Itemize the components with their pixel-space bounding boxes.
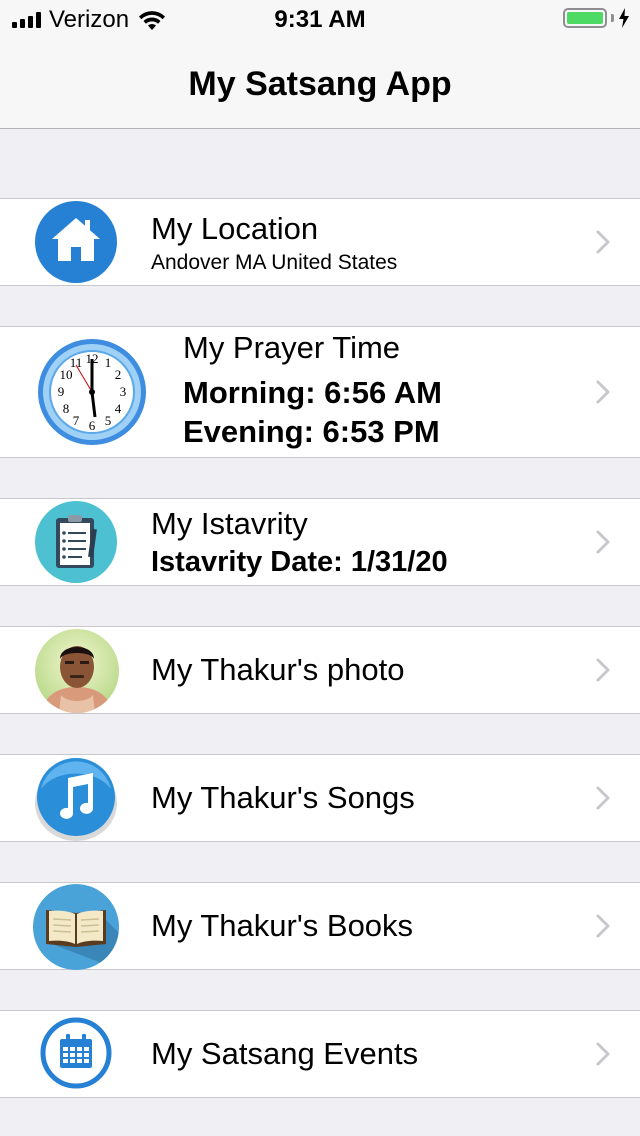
thakur-photo-avatar <box>35 629 119 713</box>
svg-text:4: 4 <box>115 401 122 416</box>
home-icon <box>35 201 117 283</box>
status-bar: Verizon 9:31 AM <box>0 0 640 40</box>
row-my-istavrity[interactable]: My Istavrity Istavrity Date: 1/31/20 <box>0 498 640 586</box>
chevron-right-icon <box>596 1042 610 1066</box>
row-my-satsang-events[interactable]: My Satsang Events <box>0 1010 640 1098</box>
svg-text:5: 5 <box>105 413 112 428</box>
morning-prayer-time: Morning: 6:56 AM <box>183 375 442 410</box>
book-icon <box>33 884 119 970</box>
battery-level-fill <box>567 12 603 24</box>
istavrity-date: Istavrity Date: 1/31/20 <box>151 546 448 578</box>
chevron-right-icon <box>596 380 610 404</box>
charging-bolt-icon <box>619 8 629 28</box>
battery-tip <box>611 14 614 22</box>
page-title: My Satsang App <box>188 65 452 103</box>
clock-icon: 12 12 345 678 91011 <box>38 339 146 445</box>
svg-text:2: 2 <box>115 367 122 382</box>
svg-text:9: 9 <box>58 384 65 399</box>
row-my-thakurs-songs[interactable]: My Thakur's Songs <box>0 754 640 842</box>
row-my-prayer-time[interactable]: 12 1 2 345 678 9 10 11 My Prayer Time Mornin… <box>0 326 640 458</box>
row-my-location[interactable]: My Location Andover MA United States <box>0 198 640 286</box>
calendar-icon <box>40 1017 112 1089</box>
row-title: My Istavrity <box>151 506 308 541</box>
row-title: My Prayer Time <box>183 330 401 365</box>
row-title: My Thakur's Books <box>151 908 414 943</box>
svg-text:3: 3 <box>120 384 127 399</box>
row-title: My Thakur's photo <box>151 652 405 687</box>
battery-icon <box>563 8 607 28</box>
row-title: My Thakur's Songs <box>151 780 415 815</box>
chevron-right-icon <box>596 658 610 682</box>
svg-text:11: 11 <box>70 355 83 370</box>
row-title: My Satsang Events <box>151 1036 419 1071</box>
svg-text:8: 8 <box>63 401 70 416</box>
chevron-right-icon <box>596 786 610 810</box>
svg-text:1: 1 <box>105 355 112 370</box>
status-time: 9:31 AM <box>274 6 366 33</box>
chevron-right-icon <box>596 914 610 938</box>
row-my-thakurs-books[interactable]: My Thakur's Books <box>0 882 640 970</box>
svg-text:7: 7 <box>73 413 80 428</box>
navigation-bar: My Satsang App <box>0 40 640 129</box>
location-value: Andover MA United States <box>151 251 398 274</box>
chevron-right-icon <box>596 530 610 554</box>
chevron-right-icon <box>596 230 610 254</box>
evening-prayer-time: Evening: 6:53 PM <box>183 414 440 449</box>
svg-text:6: 6 <box>89 418 96 433</box>
row-my-thakurs-photo[interactable]: My Thakur's photo <box>0 626 640 714</box>
status-right <box>563 8 630 28</box>
clipboard-icon <box>35 501 117 583</box>
music-note-icon <box>35 758 117 841</box>
row-title: My Location <box>151 211 319 246</box>
